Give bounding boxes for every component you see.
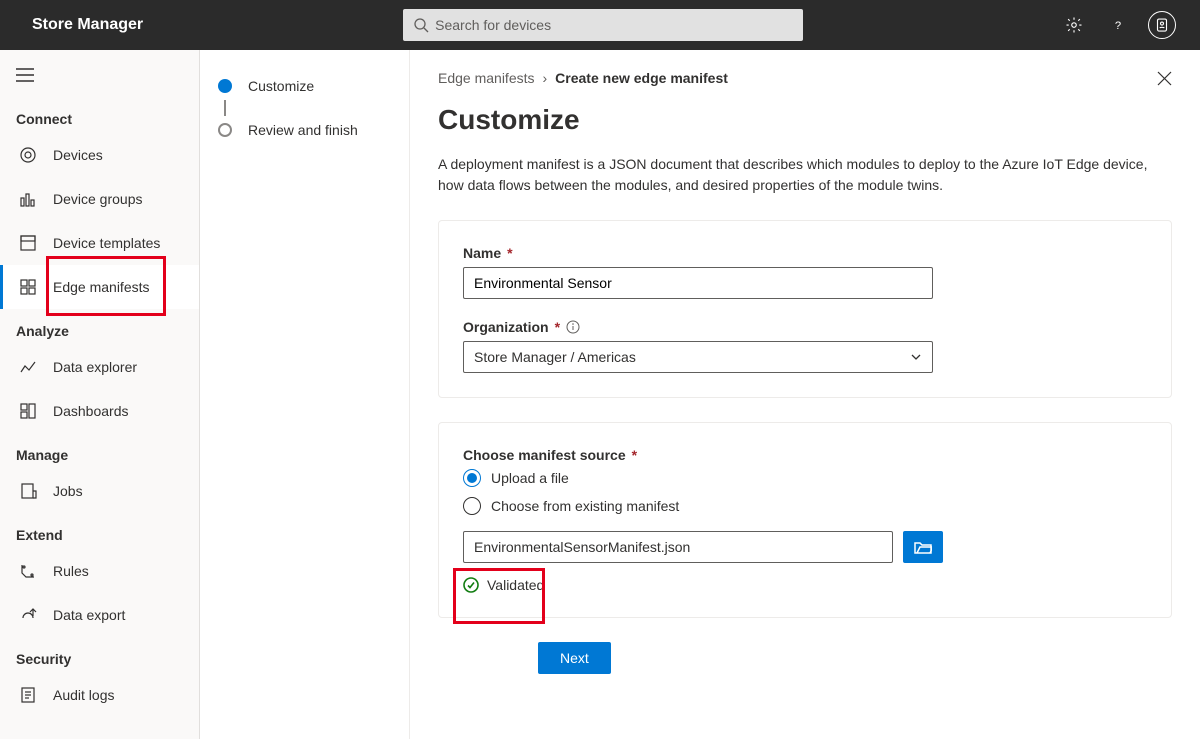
name-label: Name * (463, 245, 1147, 261)
device-templates-icon (19, 234, 37, 252)
nav-item-label: Jobs (53, 483, 83, 499)
next-button[interactable]: Next (538, 642, 611, 674)
breadcrumb-root[interactable]: Edge manifests (438, 70, 535, 86)
nav-item-edge-manifests[interactable]: Edge manifests (0, 265, 199, 309)
source-label: Choose manifest source * (463, 447, 1147, 463)
account-button[interactable] (1140, 3, 1184, 47)
nav-item-device-templates[interactable]: Device templates (0, 221, 199, 265)
source-label-text: Choose manifest source (463, 447, 626, 463)
data-explorer-icon (19, 358, 37, 376)
nav-item-label: Edge manifests (53, 279, 150, 295)
radio-existing-manifest[interactable]: Choose from existing manifest (463, 497, 1147, 515)
nav-item-data-explorer[interactable]: Data explorer (0, 345, 199, 389)
edge-manifests-icon (19, 278, 37, 296)
nav-item-jobs[interactable]: Jobs (0, 469, 199, 513)
step-connector (224, 100, 226, 116)
gear-icon (1065, 16, 1083, 34)
help-icon: ? (1109, 16, 1127, 34)
page-title: Customize (438, 104, 1172, 136)
nav-section-connect: Connect (0, 97, 199, 133)
step-customize[interactable]: Customize (218, 72, 391, 100)
nav-item-data-export[interactable]: Data export (0, 593, 199, 637)
left-nav: Connect Devices Device groups Device tem… (0, 50, 200, 739)
nav-item-dashboards[interactable]: Dashboards (0, 389, 199, 433)
search-input[interactable] (403, 9, 803, 41)
main-panel: Edge manifests › Create new edge manifes… (410, 50, 1200, 739)
required-asterisk: * (632, 447, 637, 463)
validated-text: Validated (487, 577, 544, 593)
step-review[interactable]: Review and finish (218, 116, 391, 144)
card-basic-info: Name * Organization * Store Manager / Am… (438, 220, 1172, 398)
org-select[interactable]: Store Manager / Americas (463, 341, 933, 373)
radio-label: Choose from existing manifest (491, 498, 679, 514)
audit-logs-icon (19, 686, 37, 704)
name-input[interactable] (463, 267, 933, 299)
dashboards-icon (19, 402, 37, 420)
app-title: Store Manager (32, 16, 143, 34)
org-select-value: Store Manager / Americas (474, 349, 636, 365)
breadcrumb: Edge manifests › Create new edge manifes… (438, 70, 1172, 86)
avatar (1148, 11, 1176, 39)
nav-item-audit-logs[interactable]: Audit logs (0, 673, 199, 717)
close-button[interactable] (1150, 64, 1178, 92)
step-bullet-pending (218, 123, 232, 137)
devices-icon (19, 146, 37, 164)
nav-item-device-groups[interactable]: Device groups (0, 177, 199, 221)
steps-panel: Customize Review and finish (200, 50, 410, 739)
nav-item-label: Dashboards (53, 403, 129, 419)
checkmark-circle-icon (463, 577, 479, 593)
close-icon (1157, 71, 1172, 86)
radio-unchecked-icon (463, 497, 481, 515)
radio-checked-icon (463, 469, 481, 487)
file-name-display: EnvironmentalSensorManifest.json (463, 531, 893, 563)
search-wrapper (403, 9, 803, 41)
step-label: Review and finish (248, 122, 358, 138)
avatar-icon (1153, 16, 1171, 34)
file-name-text: EnvironmentalSensorManifest.json (474, 539, 690, 555)
breadcrumb-current: Create new edge manifest (555, 70, 728, 86)
step-label: Customize (248, 78, 314, 94)
nav-item-label: Device groups (53, 191, 143, 207)
org-label: Organization * (463, 319, 1147, 335)
page-description: A deployment manifest is a JSON document… (438, 154, 1172, 196)
required-asterisk: * (507, 245, 512, 261)
browse-button[interactable] (903, 531, 943, 563)
breadcrumb-separator: › (543, 70, 548, 86)
folder-open-icon (914, 540, 932, 554)
chevron-down-icon (910, 351, 922, 363)
search-icon (413, 17, 429, 33)
radio-upload-file[interactable]: Upload a file (463, 469, 1147, 487)
rules-icon (19, 562, 37, 580)
nav-section-security: Security (0, 637, 199, 673)
svg-text:?: ? (1115, 20, 1121, 32)
nav-item-label: Device templates (53, 235, 160, 251)
nav-item-rules[interactable]: Rules (0, 549, 199, 593)
nav-item-label: Rules (53, 563, 89, 579)
info-icon[interactable] (566, 320, 580, 334)
jobs-icon (19, 482, 37, 500)
nav-section-extend: Extend (0, 513, 199, 549)
nav-item-label: Data explorer (53, 359, 137, 375)
required-asterisk: * (555, 319, 560, 335)
nav-item-devices[interactable]: Devices (0, 133, 199, 177)
nav-section-analyze: Analyze (0, 309, 199, 345)
device-groups-icon (19, 190, 37, 208)
nav-item-label: Audit logs (53, 687, 114, 703)
name-label-text: Name (463, 245, 501, 261)
validated-status: Validated (463, 577, 1147, 593)
org-label-text: Organization (463, 319, 549, 335)
hamburger-icon (16, 68, 34, 82)
top-bar: Store Manager ? (0, 0, 1200, 50)
nav-item-label: Devices (53, 147, 103, 163)
settings-button[interactable] (1052, 3, 1096, 47)
nav-item-label: Data export (53, 607, 125, 623)
nav-toggle[interactable] (0, 58, 199, 97)
nav-section-manage: Manage (0, 433, 199, 469)
data-export-icon (19, 606, 37, 624)
step-bullet-active (218, 79, 232, 93)
radio-label: Upload a file (491, 470, 569, 486)
card-manifest-source: Choose manifest source * Upload a file C… (438, 422, 1172, 618)
help-button[interactable]: ? (1096, 3, 1140, 47)
